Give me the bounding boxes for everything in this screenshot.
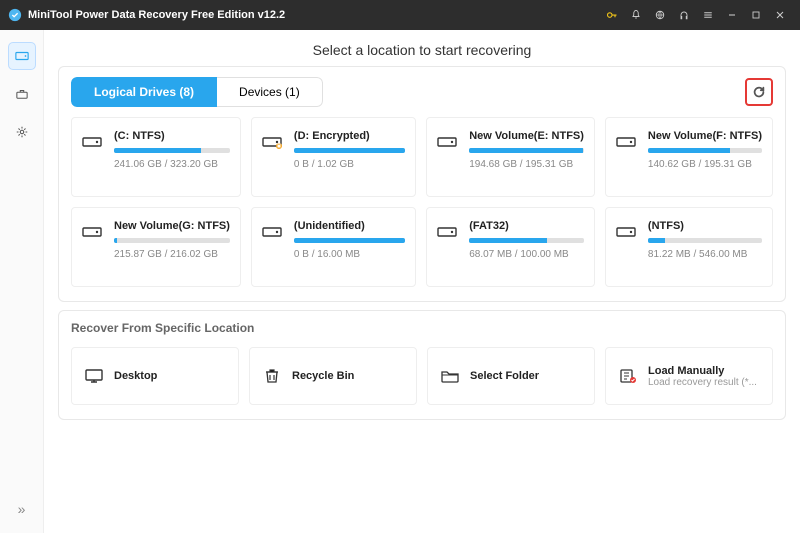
globe-icon[interactable] xyxy=(648,3,672,27)
drive-size: 215.87 GB / 216.02 GB xyxy=(114,249,230,260)
menu-icon[interactable] xyxy=(696,3,720,27)
location-name: Recycle Bin xyxy=(292,370,404,382)
headphones-icon[interactable] xyxy=(672,3,696,27)
sidebar-expand-icon[interactable]: » xyxy=(8,495,36,523)
location-name: Desktop xyxy=(114,370,226,382)
location-name: Load Manually xyxy=(648,365,760,377)
trash-icon xyxy=(262,368,282,384)
tab-devices[interactable]: Devices (1) xyxy=(217,77,323,107)
drive-usage-bar xyxy=(114,148,230,153)
refresh-icon xyxy=(752,85,766,99)
tab-logical-drives[interactable]: Logical Drives (8) xyxy=(71,77,217,107)
app-logo-icon xyxy=(8,8,22,22)
drive-size: 81.22 MB / 546.00 MB xyxy=(648,249,762,260)
location-card[interactable]: Load ManuallyLoad recovery result (*... xyxy=(605,347,773,405)
recover-section-title: Recover From Specific Location xyxy=(71,321,773,335)
sidebar-settings-button[interactable] xyxy=(8,118,36,146)
drive-name: (C: NTFS) xyxy=(114,130,230,142)
drive-size: 241.06 GB / 323.20 GB xyxy=(114,159,230,170)
location-card[interactable]: Select Folder xyxy=(427,347,595,405)
drive-name: (FAT32) xyxy=(469,220,584,232)
drive-icon xyxy=(437,224,459,242)
load-icon xyxy=(618,368,638,384)
drive-card[interactable]: (FAT32) 68.07 MB / 100.00 MB xyxy=(426,207,595,287)
drive-usage-bar xyxy=(294,238,405,243)
page-heading: Select a location to start recovering xyxy=(44,30,800,66)
drive-card[interactable]: New Volume(G: NTFS) 215.87 GB / 216.02 GB xyxy=(71,207,241,287)
drive-icon xyxy=(616,134,638,152)
drive-card[interactable]: (D: Encrypted) 0 B / 1.02 GB xyxy=(251,117,416,197)
drive-usage-bar xyxy=(469,238,584,243)
location-card[interactable]: Desktop xyxy=(71,347,239,405)
minimize-icon[interactable] xyxy=(720,3,744,27)
drive-icon xyxy=(437,134,459,152)
location-card[interactable]: Recycle Bin xyxy=(249,347,417,405)
drive-icon xyxy=(616,224,638,242)
drive-icon xyxy=(262,224,284,242)
drive-usage-bar xyxy=(294,148,405,153)
drive-usage-bar xyxy=(648,148,762,153)
drive-name: New Volume(E: NTFS) xyxy=(469,130,584,142)
drive-card[interactable]: (C: NTFS) 241.06 GB / 323.20 GB xyxy=(71,117,241,197)
drive-card[interactable]: New Volume(E: NTFS) 194.68 GB / 195.31 GB xyxy=(426,117,595,197)
drive-size: 0 B / 16.00 MB xyxy=(294,249,405,260)
drive-name: New Volume(F: NTFS) xyxy=(648,130,762,142)
drive-card[interactable]: (Unidentified) 0 B / 16.00 MB xyxy=(251,207,416,287)
drive-size: 0 B / 1.02 GB xyxy=(294,159,405,170)
bell-icon[interactable] xyxy=(624,3,648,27)
location-sub: Load recovery result (*... xyxy=(648,377,760,388)
drive-icon xyxy=(82,224,104,242)
sidebar: » xyxy=(0,30,44,533)
drive-usage-bar xyxy=(469,148,584,153)
drive-name: (NTFS) xyxy=(648,220,762,232)
drive-name: (D: Encrypted) xyxy=(294,130,405,142)
close-icon[interactable] xyxy=(768,3,792,27)
main-content: Select a location to start recovering Lo… xyxy=(44,30,800,533)
drive-card[interactable]: New Volume(F: NTFS) 140.62 GB / 195.31 GB xyxy=(605,117,773,197)
drive-size: 194.68 GB / 195.31 GB xyxy=(469,159,584,170)
drive-size: 140.62 GB / 195.31 GB xyxy=(648,159,762,170)
titlebar: MiniTool Power Data Recovery Free Editio… xyxy=(0,0,800,30)
drive-usage-bar xyxy=(648,238,762,243)
drive-name: (Unidentified) xyxy=(294,220,405,232)
sidebar-recovery-button[interactable] xyxy=(8,42,36,70)
desktop-icon xyxy=(84,368,104,384)
app-title: MiniTool Power Data Recovery Free Editio… xyxy=(28,9,600,21)
folder-icon xyxy=(440,368,460,384)
location-name: Select Folder xyxy=(470,370,582,382)
drive-usage-bar xyxy=(114,238,230,243)
refresh-button[interactable] xyxy=(745,78,773,106)
drives-panel: Logical Drives (8) Devices (1) (C: NTFS)… xyxy=(58,66,786,302)
drive-card[interactable]: (NTFS) 81.22 MB / 546.00 MB xyxy=(605,207,773,287)
sidebar-toolbox-button[interactable] xyxy=(8,80,36,108)
drive-name: New Volume(G: NTFS) xyxy=(114,220,230,232)
drive-icon xyxy=(262,134,284,152)
view-tabs: Logical Drives (8) Devices (1) xyxy=(71,77,323,107)
maximize-icon[interactable] xyxy=(744,3,768,27)
drive-size: 68.07 MB / 100.00 MB xyxy=(469,249,584,260)
drive-icon xyxy=(82,134,104,152)
recover-locations-panel: Recover From Specific Location Desktop Re… xyxy=(58,310,786,420)
key-icon[interactable] xyxy=(600,3,624,27)
